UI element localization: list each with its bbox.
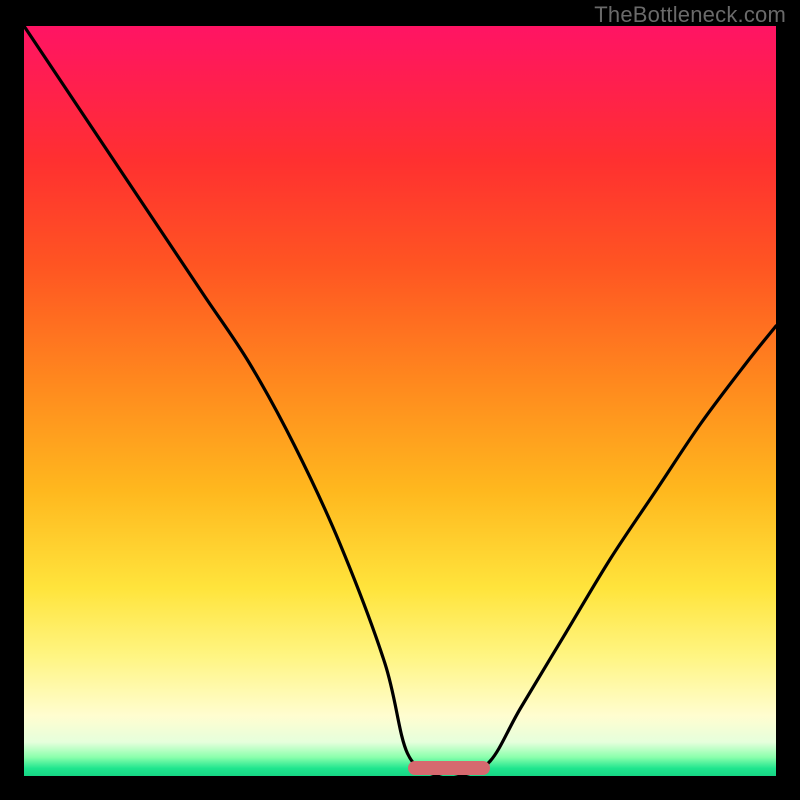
bottleneck-curve — [24, 26, 776, 776]
optimal-range-marker — [408, 761, 491, 775]
chart-frame: TheBottleneck.com — [0, 0, 800, 800]
curve-path — [24, 26, 776, 778]
watermark-text: TheBottleneck.com — [594, 2, 786, 28]
plot-area — [24, 26, 776, 776]
